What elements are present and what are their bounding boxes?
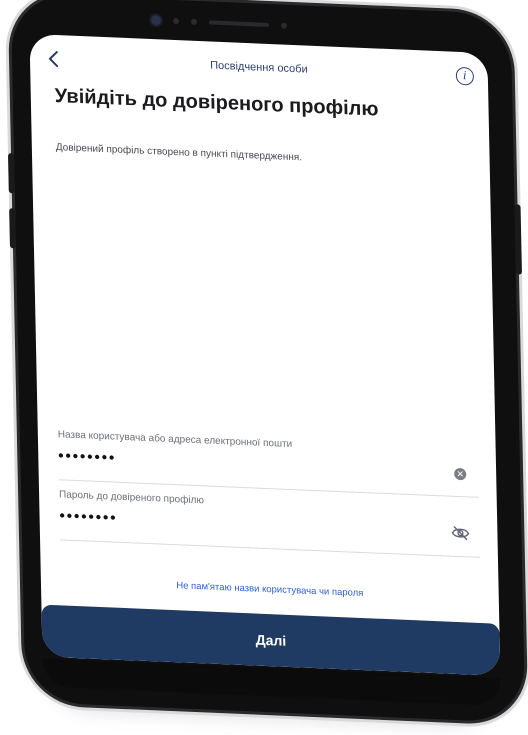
stage: Посвідчення особи i Увійдіть до довірено… [0, 0, 528, 735]
side-button-left-1 [7, 153, 15, 194]
phone-screen: Посвідчення особи i Увійдіть до довірено… [29, 33, 501, 676]
password-label: Пароль до довіреного профілю [58, 489, 205, 507]
side-button-left-2 [9, 208, 16, 249]
front-camera-icon [150, 15, 162, 26]
sensor-dot-icon [190, 18, 198, 25]
page-title: Посвідчення особи [210, 59, 308, 76]
username-input[interactable]: •••••••• [58, 447, 116, 466]
screen-heading: Увійдіть до довіреного профілю [54, 84, 379, 121]
password-input[interactable]: •••••••• [59, 507, 117, 526]
side-button-right [514, 204, 522, 275]
info-icon: i [462, 69, 467, 83]
earpiece-speaker-icon [208, 20, 270, 27]
eye-slash-icon[interactable] [451, 526, 470, 541]
clear-icon[interactable]: ✕ [454, 467, 467, 481]
info-button[interactable]: i [455, 66, 475, 86]
sensor-dot-icon [172, 17, 180, 25]
screen-description: Довірений профіль створено в пункті підт… [55, 142, 303, 164]
username-label: Назва користувача або адреса електронної… [57, 429, 293, 451]
phone-device: Посвідчення особи i Увійдіть до довірено… [7, 0, 526, 723]
forgot-credentials-link[interactable]: Не пам'ятаю назви користувача чи пароля [41, 575, 499, 605]
sensor-dot-icon [280, 22, 288, 29]
